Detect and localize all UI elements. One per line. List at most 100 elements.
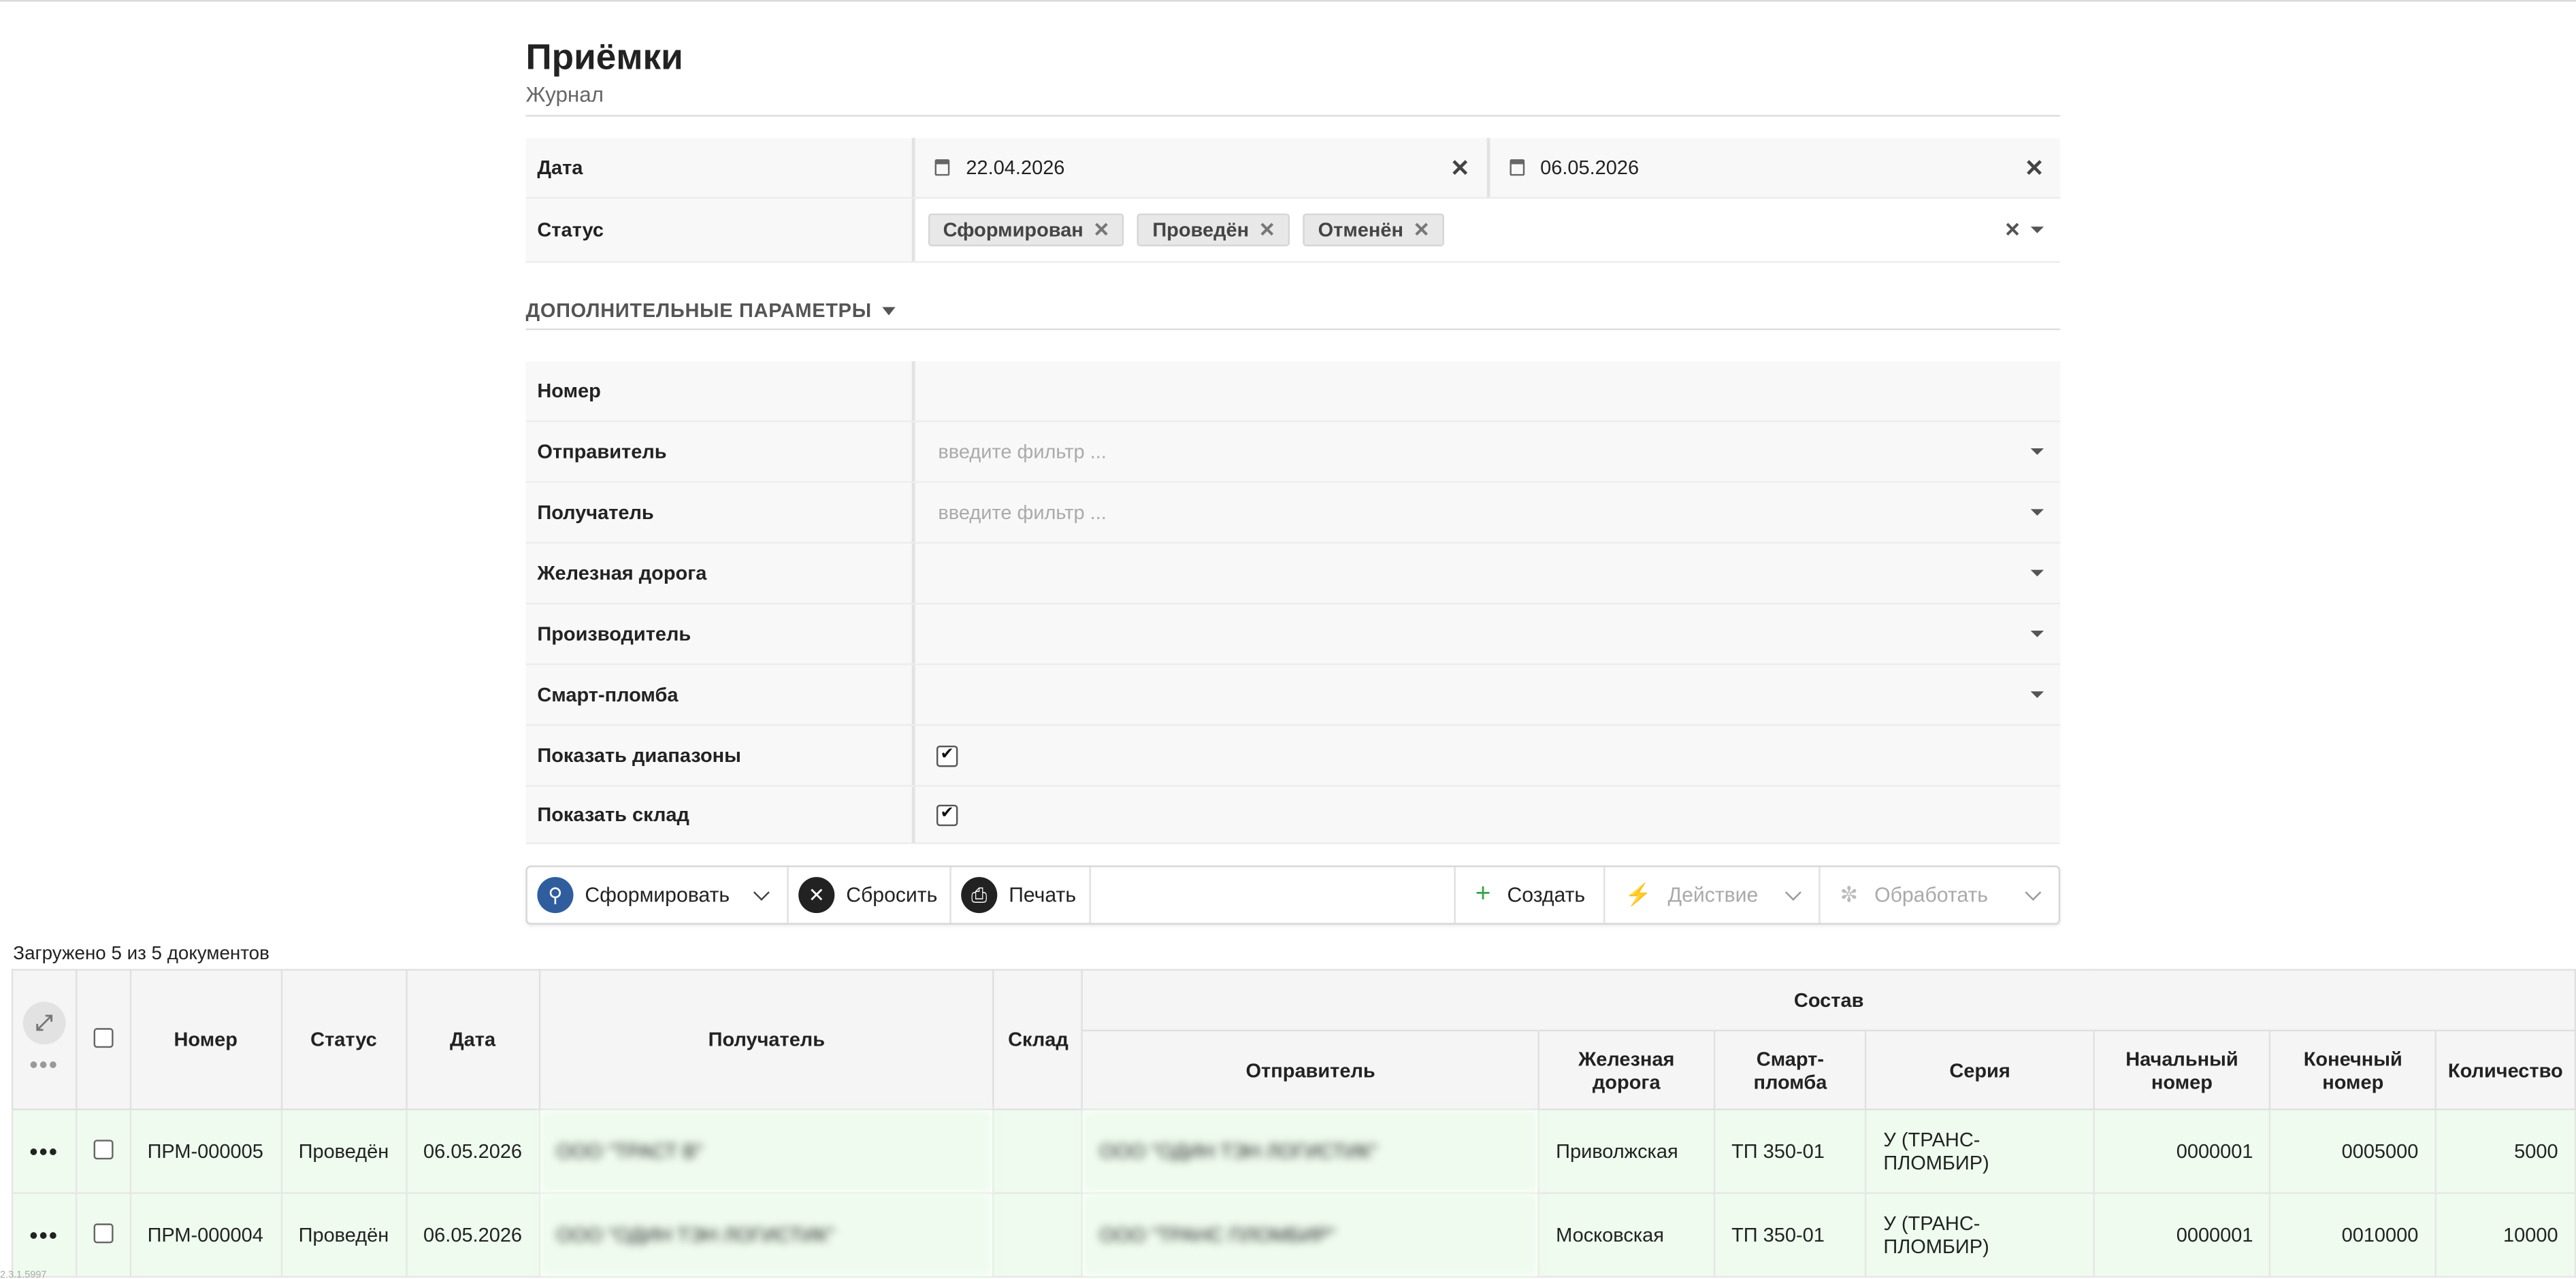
smartseal-label: Смарт-пломба (525, 665, 915, 725)
process-button[interactable]: ✼ Обработать (1821, 867, 2059, 923)
app-version: 2.3.1.5997 (0, 1271, 47, 1279)
show-warehouse-checkbox[interactable]: ✔ (936, 803, 958, 826)
loaded-count: Загружено 5 из 5 документов (13, 944, 270, 965)
row-checkbox[interactable] (93, 1139, 113, 1159)
filter-row-sender: Отправитель введите фильтр ... (525, 422, 2061, 483)
row-railway: Приволжская (1537, 1108, 1715, 1194)
app-root: Приёмки Журнал Дата 22.04.2026 ✕ 06.05.2… (0, 0, 2576, 1279)
column-header-railway[interactable]: Железная дорога (1537, 1029, 1715, 1110)
chevron-down-icon (2030, 448, 2044, 455)
chevron-down-icon (1784, 883, 1801, 900)
chevron-down-icon (2030, 569, 2044, 577)
column-header-end-number[interactable]: Конечный номер (2269, 1029, 2436, 1110)
smartseal-select[interactable] (915, 665, 2061, 725)
row-date: 06.05.2026 (405, 1108, 540, 1194)
column-header-date[interactable]: Дата (405, 969, 540, 1110)
row-status: Проведён (280, 1192, 407, 1278)
chevron-down-icon[interactable] (753, 883, 770, 900)
number-label: Номер (525, 361, 915, 420)
document-number-link[interactable]: ПРМ-000004 (129, 1192, 282, 1278)
action-button[interactable]: ⚡ Действие (1605, 867, 1821, 923)
document-number-link[interactable]: ПРМ-000005 (129, 1108, 282, 1194)
show-warehouse-label: Показать склад (525, 786, 915, 843)
column-header-smartseal[interactable]: Смарт-пломба (1713, 1029, 1868, 1110)
row-warehouse (993, 1192, 1083, 1278)
page-title: Приёмки (525, 36, 683, 78)
create-button[interactable]: + Создать (1456, 867, 1605, 923)
filter-row-date: Дата 22.04.2026 ✕ 06.05.2026 ✕ (525, 137, 2061, 199)
filter-row-receiver: Получатель введите фильтр ... (525, 482, 2061, 544)
date-to-value: 06.05.2026 (1540, 156, 1640, 180)
column-header-start-number[interactable]: Начальный номер (2092, 1029, 2272, 1110)
generate-button[interactable]: ⚲ Сформировать (527, 867, 789, 923)
select-all-header (75, 969, 131, 1110)
row-smartseal: ТП 350-01 (1713, 1192, 1868, 1278)
grid-tools-header: ⤢ ••• (11, 969, 77, 1110)
filter-row-status: Статус Сформирован ✕ Проведён ✕ Отменён ✕ ✕ (525, 199, 2061, 263)
row-start-number: 0000001 (2092, 1192, 2272, 1278)
clear-date-to-icon[interactable]: ✕ (2025, 154, 2044, 182)
manufacturer-label: Производитель (525, 604, 915, 664)
column-header-warehouse[interactable]: Склад (993, 969, 1083, 1110)
filter-row-manufacturer: Производитель (525, 604, 2061, 665)
sender-select[interactable]: введите фильтр ... (915, 422, 2061, 481)
status-label: Статус (525, 199, 915, 261)
row-checkbox[interactable] (93, 1223, 113, 1243)
status-tag: Сформирован ✕ (928, 213, 1125, 247)
receiver-select[interactable]: введите фильтр ... (915, 483, 2061, 542)
row-railway: Московская (1537, 1192, 1715, 1278)
print-button[interactable]: ⎙ Печать (951, 867, 1091, 923)
date-to-field[interactable]: 06.05.2026 ✕ (1486, 137, 2060, 197)
chevron-down-icon (2030, 691, 2044, 698)
remove-tag-icon[interactable]: ✕ (1259, 218, 1275, 242)
show-ranges-label: Показать диапазоны (525, 725, 915, 785)
column-header-series[interactable]: Серия (1865, 1029, 2095, 1110)
filter-row-show-warehouse: Показать склад ✔ (525, 786, 2061, 844)
select-all-checkbox[interactable] (93, 1027, 113, 1047)
search-icon: ⚲ (537, 877, 574, 914)
close-icon: ✕ (798, 877, 835, 914)
row-series: У (ТРАНС-ПЛОМБИР) (1865, 1192, 2095, 1278)
more-icon[interactable]: ••• (20, 1051, 69, 1078)
row-end-number: 0010000 (2269, 1192, 2436, 1278)
table-row[interactable]: ••• ПРМ-000004 Проведён 06.05.2026 ООО "… (11, 1192, 2576, 1278)
date-from-field[interactable]: 22.04.2026 ✕ (915, 138, 1486, 197)
number-input[interactable] (915, 361, 2061, 420)
manufacturer-select[interactable] (915, 604, 2061, 663)
railway-label: Железная дорога (525, 544, 915, 603)
date-from-value: 22.04.2026 (966, 156, 1065, 180)
railway-select[interactable] (915, 544, 2061, 603)
date-range: 22.04.2026 ✕ 06.05.2026 ✕ (915, 137, 2061, 197)
show-ranges-checkbox[interactable]: ✔ (936, 744, 958, 767)
filter-form: Приёмки Журнал Дата 22.04.2026 ✕ 06.05.2… (525, 1, 2061, 925)
row-menu-icon[interactable]: ••• (11, 1108, 77, 1194)
row-smartseal: ТП 350-01 (1713, 1108, 1868, 1194)
row-menu-icon[interactable]: ••• (11, 1192, 77, 1278)
advanced-params-toggle[interactable]: ДОПОЛНИТЕЛЬНЫЕ ПАРАМЕТРЫ (525, 299, 2061, 331)
row-warehouse (993, 1108, 1083, 1194)
chevron-down-icon[interactable] (2030, 227, 2044, 233)
chevron-down-icon (2025, 883, 2042, 900)
page-subtitle: Журнал (525, 82, 2061, 117)
status-multiselect[interactable]: Сформирован ✕ Проведён ✕ Отменён ✕ ✕ (915, 199, 2061, 261)
column-header-quantity[interactable]: Количество (2434, 1029, 2576, 1110)
filter-row-railway: Железная дорога (525, 544, 2061, 605)
row-start-number: 0000001 (2092, 1108, 2272, 1194)
clear-status-icon[interactable]: ✕ (2004, 218, 2021, 242)
row-quantity: 10000 (2434, 1192, 2576, 1278)
expand-icon[interactable]: ⤢ (22, 1001, 66, 1045)
column-header-status[interactable]: Статус (280, 969, 407, 1110)
row-sender: ООО "ОДИН ТЭН ЛОГИСТИК" (1081, 1108, 1539, 1194)
remove-tag-icon[interactable]: ✕ (1093, 218, 1109, 242)
column-header-receiver[interactable]: Получатель (538, 969, 995, 1110)
column-header-sender[interactable]: Отправитель (1081, 1029, 1539, 1110)
calendar-icon (934, 159, 950, 176)
column-header-number[interactable]: Номер (129, 969, 282, 1110)
status-tag: Проведён ✕ (1137, 213, 1290, 247)
table-row[interactable]: ••• ПРМ-000005 Проведён 06.05.2026 ООО "… (11, 1108, 2576, 1194)
reset-button[interactable]: ✕ Сбросить (789, 867, 951, 923)
plus-icon: + (1475, 880, 1491, 908)
caret-down-icon (881, 306, 895, 315)
clear-date-from-icon[interactable]: ✕ (1450, 154, 1469, 182)
remove-tag-icon[interactable]: ✕ (1413, 218, 1429, 242)
